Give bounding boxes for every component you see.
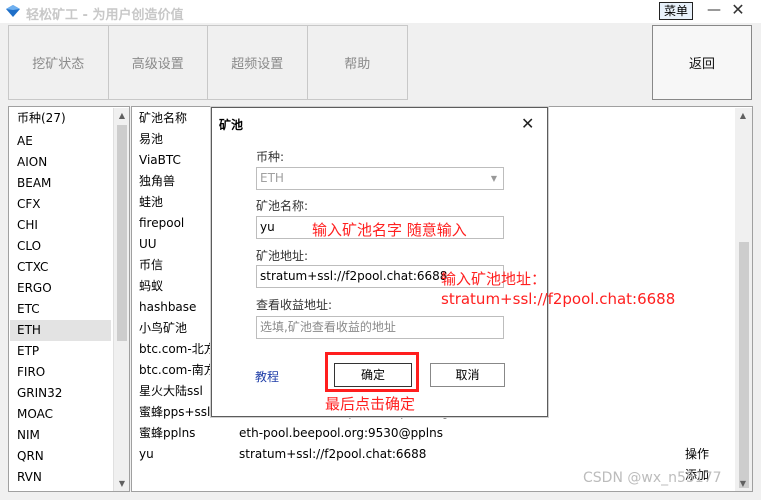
tab-overclock-settings[interactable]: 超频设置 (208, 26, 308, 99)
menu-button[interactable]: 菜单 (659, 2, 693, 20)
coin-item-rvn[interactable]: RVN (10, 467, 111, 488)
pool-name-cell: hashbase (139, 300, 197, 314)
pool-name-cell: 独角兽 (139, 174, 176, 188)
pool-name-cell: ViaBTC (139, 153, 181, 167)
profit-address-label: 查看收益地址: (256, 298, 333, 312)
tab-help[interactable]: 帮助 (308, 26, 408, 99)
coin-item-grin32[interactable]: GRIN32 (10, 383, 111, 404)
coin-item-clo[interactable]: CLO (10, 236, 111, 257)
pool-list-scrollbar[interactable]: ▲ ▼ (735, 108, 752, 491)
coin-list-scrollbar[interactable]: ▲ ▼ (113, 108, 129, 491)
main-toolbar: 挖矿状态 高级设置 超频设置 帮助 (8, 25, 408, 100)
pool-address-cell: eth-pool.beepool.org:9530@pplns (239, 426, 443, 440)
scroll-up-icon[interactable]: ▲ (735, 108, 751, 124)
annotation-address-hint: 输入矿池地址： (441, 270, 547, 288)
pool-name-cell: btc.com-南方 (139, 363, 216, 377)
coin-item-ergo[interactable]: ERGO (10, 278, 111, 299)
coin-item-cfx[interactable]: CFX (10, 194, 111, 215)
pool-name-cell: 蜜蜂pplns (139, 426, 196, 440)
back-button[interactable]: 返回 (652, 25, 752, 100)
tab-advanced-settings[interactable]: 高级设置 (109, 26, 208, 99)
coin-select-value: ETH (260, 171, 284, 185)
pool-name-cell: btc.com-北方 (139, 342, 216, 356)
coin-select: ETH ▼ (256, 167, 504, 190)
coin-item-aion[interactable]: AION (10, 152, 111, 173)
profit-address-input[interactable]: 选填,矿池查看收益的地址 (256, 316, 504, 339)
scroll-down-icon[interactable]: ▼ (114, 476, 129, 491)
coin-item-qrn[interactable]: QRN (10, 446, 111, 467)
minimize-icon[interactable]: — (706, 2, 722, 20)
tab-mining-status[interactable]: 挖矿状态 (9, 26, 109, 99)
watermark: CSDN @wx_n55177 (583, 470, 722, 486)
pool-name-cell: 币信 (139, 258, 164, 272)
coin-list-header: 币种(27) (17, 111, 66, 125)
title-bar: 轻松矿工 - 为用户创造价值 菜单 — ✕ (0, 0, 761, 23)
coin-list: 币种(27) AE AION BEAM CFX CHI CLO CTXC ERG… (8, 106, 130, 492)
scroll-up-icon[interactable]: ▲ (114, 108, 129, 124)
coin-item-beam[interactable]: BEAM (10, 173, 111, 194)
scroll-down-icon[interactable]: ▼ (735, 476, 751, 491)
cancel-button[interactable]: 取消 (430, 363, 505, 387)
coin-item-moac[interactable]: MOAC (10, 404, 111, 425)
coin-item-etc[interactable]: ETC (10, 299, 111, 320)
tutorial-link[interactable]: 教程 (255, 368, 279, 385)
annotation-highlight-box (325, 352, 419, 392)
close-icon[interactable]: ✕ (730, 2, 746, 20)
coin-list-scroll-thumb[interactable] (117, 125, 127, 341)
pool-name-cell: UU (139, 237, 157, 251)
pool-name-cell: firepool (139, 216, 185, 230)
coin-item-eth[interactable]: ETH (10, 320, 111, 341)
pool-name-cell: 蛙池 (139, 195, 164, 209)
window-title: 轻松矿工 - 为用户创造价值 (26, 8, 184, 23)
pool-name-cell: 星火大陆ssl (139, 384, 203, 398)
coin-item-ctxc[interactable]: CTXC (10, 257, 111, 278)
pool-name-cell: 蚂蚁 (139, 279, 164, 293)
coin-item-etp[interactable]: ETP (10, 341, 111, 362)
coin-item-ae[interactable]: AE (10, 131, 111, 152)
coin-item-chi[interactable]: CHI (10, 215, 111, 236)
pool-row[interactable]: yu stratum+ssl://f2pool.chat:6688 操作 (132, 444, 732, 465)
coin-item-nim[interactable]: NIM (10, 425, 111, 446)
pool-name-cell: yu (139, 447, 154, 461)
annotation-final-hint: 最后点击确定 (325, 395, 416, 413)
pool-name-label: 矿池名称: (256, 199, 309, 213)
pool-name-cell: 小鸟矿池 (139, 321, 188, 335)
coin-item-firo[interactable]: FIRO (10, 362, 111, 383)
pool-list-scroll-thumb[interactable] (739, 242, 749, 488)
annotation-address-value: stratum+ssl://f2pool.chat:6688 (441, 290, 676, 308)
pool-action-cell[interactable]: 操作 (685, 444, 709, 465)
pool-address-cell: stratum+ssl://f2pool.chat:6688 (239, 447, 427, 461)
pool-name-cell: 蜜蜂pps+ssl (139, 405, 211, 419)
pool-name-cell: 易池 (139, 132, 164, 146)
chevron-down-icon: ▼ (490, 174, 497, 183)
pool-name-column-header: 矿池名称 (139, 111, 188, 125)
dialog-title: 矿池 (219, 118, 244, 132)
dialog-close-icon[interactable]: ✕ (521, 114, 534, 133)
coin-label: 币种: (256, 150, 285, 164)
blue-diamond-icon (6, 5, 20, 17)
pool-row[interactable]: 蜜蜂pplns eth-pool.beepool.org:9530@pplns (132, 423, 732, 444)
pool-address-label: 矿池地址: (256, 249, 309, 263)
annotation-name-hint: 输入矿池名字 随意输入 (312, 221, 467, 239)
